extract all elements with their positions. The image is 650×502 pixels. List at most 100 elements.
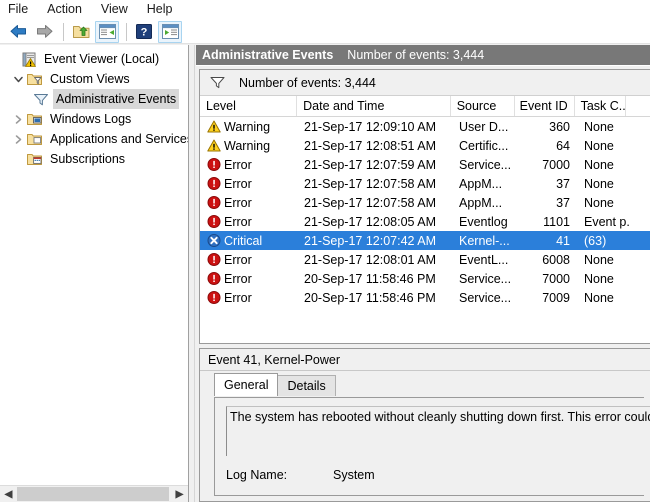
table-row[interactable]: Error 20-Sep-17 11:58:46 PM Service... 7000… — [200, 269, 650, 288]
cell-task-category: None — [584, 157, 614, 172]
column-header-event-id[interactable]: Event ID — [515, 96, 575, 116]
general-tab-panel: The system has rebooted without cleanly … — [214, 397, 650, 496]
cell-source: Certific... — [459, 138, 509, 153]
critical-icon — [206, 234, 222, 248]
tree-item-event-viewer-local[interactable]: Event Viewer (Local) — [2, 49, 188, 69]
table-row[interactable]: Error 21-Sep-17 12:07:58 AM AppM... 37 None — [200, 193, 650, 212]
subscriptions-icon — [26, 151, 44, 167]
twisty-placeholder — [10, 149, 26, 169]
tree-item-windows-logs[interactable]: Windows Logs — [2, 109, 188, 129]
log-name-label: Log Name: — [226, 468, 288, 482]
menu-file[interactable]: File — [8, 0, 38, 19]
tree-item-applications-and-services-logs[interactable]: Applications and Services Lo — [2, 129, 188, 149]
folder-up-icon — [72, 23, 91, 40]
table-row[interactable]: Warning 21-Sep-17 12:09:10 AM User D... 360… — [200, 117, 650, 136]
level-label: Error — [224, 252, 252, 267]
svg-text:?: ? — [141, 27, 148, 39]
column-header-task-category[interactable]: Task C... — [575, 96, 627, 116]
menu-view[interactable]: View — [101, 0, 138, 19]
table-row[interactable]: Critical 21-Sep-17 12:07:42 AM Kernel-... 4… — [200, 231, 650, 250]
error-icon — [206, 291, 222, 305]
cell-level: Error — [200, 291, 298, 305]
page-title: Administrative Events — [202, 48, 334, 62]
cell-date-and-time: 21-Sep-17 12:07:58 AM — [304, 195, 437, 210]
filter-funnel-icon — [32, 91, 50, 107]
tab-general[interactable]: General — [214, 373, 279, 396]
scrollbar-track[interactable] — [17, 486, 171, 502]
event-count-header: Number of events: 3,444 — [347, 48, 485, 62]
filter-event-count: Number of events: 3,444 — [239, 75, 376, 90]
chevron-down-icon[interactable] — [10, 69, 26, 89]
error-icon — [206, 215, 222, 229]
toolbar-show-hide-console-tree-button[interactable] — [95, 20, 119, 43]
scroll-right-arrow-icon[interactable]: ▶ — [171, 486, 188, 502]
events-list: Warning 21-Sep-17 12:09:10 AM User D... 360… — [200, 117, 650, 307]
console-tree-pane: Event Viewer (Local) Custom Views Admini… — [0, 45, 189, 502]
cell-level: Error — [200, 196, 298, 210]
column-header-date-and-time[interactable]: Date and Time — [297, 96, 451, 116]
cell-source: Service... — [459, 271, 512, 286]
cell-date-and-time: 21-Sep-17 12:07:59 AM — [304, 157, 437, 172]
cell-event-id: 37 — [556, 195, 570, 210]
chevron-right-icon[interactable] — [10, 129, 26, 149]
tree-item-label: Subscriptions — [50, 152, 126, 166]
level-label: Error — [224, 271, 252, 286]
cell-level: Error — [200, 177, 298, 191]
toolbar-forward-button[interactable] — [32, 21, 56, 43]
tab-details[interactable]: Details — [277, 375, 336, 396]
cell-event-id: 6008 — [542, 252, 570, 267]
column-header-filler — [626, 96, 650, 116]
scroll-left-arrow-icon[interactable]: ◀ — [0, 486, 17, 502]
error-icon — [206, 196, 222, 210]
event-description-text: The system has rebooted without cleanly … — [230, 410, 650, 424]
cell-level: Error — [200, 272, 298, 286]
column-header-source[interactable]: Source — [451, 96, 516, 116]
toolbar-back-button[interactable] — [6, 21, 30, 43]
menu-action[interactable]: Action — [47, 0, 92, 19]
tree-item-subscriptions[interactable]: Subscriptions — [2, 149, 188, 169]
cell-event-id: 37 — [556, 176, 570, 191]
tree-item-label: Windows Logs — [50, 112, 132, 126]
table-row[interactable]: Warning 21-Sep-17 12:08:51 AM Certific... 6… — [200, 136, 650, 155]
cell-date-and-time: 21-Sep-17 12:07:42 AM — [304, 233, 437, 248]
toolbar-help-button[interactable]: ? — [132, 21, 156, 43]
table-row[interactable]: Error 21-Sep-17 12:07:59 AM Service... 7000… — [200, 155, 650, 174]
cell-task-category: Event p... — [584, 214, 630, 229]
cell-level: Warning — [200, 139, 298, 153]
level-label: Error — [224, 290, 252, 305]
table-row[interactable]: Error 21-Sep-17 12:08:05 AM Eventlog 1101 Ev… — [200, 212, 650, 231]
filter-summary-row[interactable]: Number of events: 3,444 — [200, 70, 650, 96]
chevron-right-icon[interactable] — [10, 109, 26, 129]
show-hide-console-tree-icon — [98, 24, 116, 39]
toolbar-up-one-level-button[interactable] — [69, 21, 93, 43]
cell-task-category: None — [584, 290, 614, 305]
event-description-box[interactable]: The system has rebooted without cleanly … — [226, 406, 650, 456]
table-row[interactable]: Error 20-Sep-17 11:58:46 PM Service... 7009… — [200, 288, 650, 307]
log-name-row: Log Name: System — [226, 468, 375, 482]
console-tree: Event Viewer (Local) Custom Views Admini… — [0, 45, 188, 169]
menu-help[interactable]: Help — [147, 0, 183, 19]
cell-source: AppM... — [459, 176, 503, 191]
toolbar-separator-2 — [126, 22, 127, 41]
error-icon — [206, 177, 222, 191]
error-icon — [206, 253, 222, 267]
cell-task-category: None — [584, 271, 614, 286]
splitter-line — [194, 45, 195, 502]
help-icon: ? — [136, 24, 152, 39]
event-viewer-window: File Action View Help ? Event Viewer (Lo… — [0, 0, 650, 502]
tree-item-custom-views[interactable]: Custom Views — [2, 69, 188, 89]
cell-date-and-time: 21-Sep-17 12:08:05 AM — [304, 214, 437, 229]
toolbar-show-hide-action-pane-button[interactable] — [158, 20, 182, 43]
cell-event-id: 41 — [556, 233, 570, 248]
events-column-header: Level Date and Time Source Event ID Task… — [200, 96, 650, 117]
pane-splitter[interactable] — [189, 45, 196, 502]
table-row[interactable]: Error 21-Sep-17 12:08:01 AM EventL... 6008 N… — [200, 250, 650, 269]
cell-date-and-time: 20-Sep-17 11:58:46 PM — [304, 290, 436, 305]
tree-horizontal-scrollbar[interactable]: ◀ ▶ — [0, 485, 188, 502]
table-row[interactable]: Error 21-Sep-17 12:07:58 AM AppM... 37 None — [200, 174, 650, 193]
scrollbar-thumb[interactable] — [17, 487, 169, 501]
tree-item-administrative-events[interactable]: Administrative Events — [2, 89, 188, 109]
results-pane: Administrative Events Number of events: … — [196, 45, 650, 502]
column-header-level[interactable]: Level — [200, 96, 298, 116]
cell-task-category: None — [584, 119, 614, 134]
